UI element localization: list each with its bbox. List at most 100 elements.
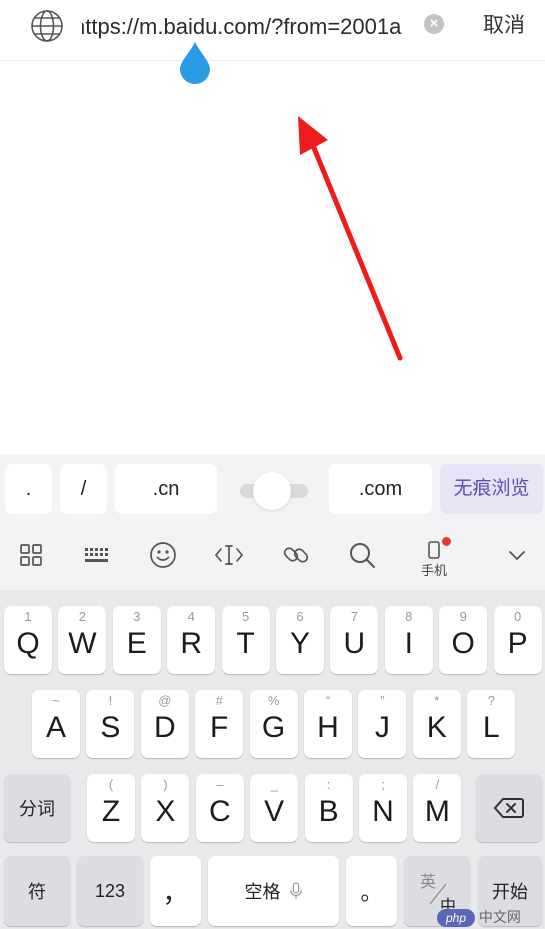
com-key[interactable]: .com <box>329 464 432 514</box>
key-h[interactable]: “H <box>304 690 352 758</box>
space-content: 空格 <box>208 856 339 926</box>
key-m[interactable]: / M <box>413 774 462 842</box>
key-n[interactable]: ; N <box>359 774 407 842</box>
key-l-label: L <box>482 711 500 744</box>
space-key[interactable]: 空格 <box>208 856 339 926</box>
key-n-label: N <box>372 795 394 828</box>
space-label: 空格 <box>244 882 281 902</box>
keyboard: . / .cn .com 无痕浏览 手机 1 Q 2 W 3 E 4 R 5 T… <box>0 454 545 929</box>
key-h-secondary: “ <box>325 693 331 708</box>
key-f[interactable]: # F <box>195 690 244 758</box>
symbol-key[interactable]: 符 <box>4 856 70 926</box>
numbers-key[interactable]: 123 <box>77 856 143 926</box>
fenci-label: 分词 <box>19 799 55 819</box>
key-e[interactable]: 3E <box>112 606 161 674</box>
grid-apps-icon[interactable] <box>14 538 48 572</box>
key-z[interactable]: (Z <box>87 774 135 842</box>
slash-key[interactable]: / <box>60 464 107 514</box>
key-e-label: E <box>126 627 147 660</box>
key-s-label: S <box>100 711 121 744</box>
fenci-key[interactable]: 分词 <box>4 774 70 842</box>
cursor-slider[interactable] <box>240 472 308 510</box>
key-u[interactable]: 7U <box>330 606 379 674</box>
key-i[interactable]: 8I <box>384 606 433 674</box>
numbers-label: 123 <box>94 880 126 901</box>
key-k[interactable]: * K <box>412 690 461 758</box>
key-w[interactable]: 2W <box>58 606 107 674</box>
key-t-secondary: 5 <box>241 609 250 624</box>
key-r-label: R <box>180 627 203 660</box>
incognito-button[interactable]: 无痕浏览 <box>440 464 543 514</box>
key-q[interactable]: 1Q <box>4 606 52 674</box>
key-g-secondary: % <box>267 693 280 708</box>
key-v-secondary: _ <box>270 777 278 792</box>
clear-x-icon[interactable]: × <box>424 14 444 34</box>
period-label: 。 <box>360 880 383 905</box>
symbol-label: 符 <box>28 882 46 902</box>
cursor-move-icon[interactable] <box>212 538 246 572</box>
watermark-text: 中文网 <box>478 909 521 925</box>
key-y[interactable]: 6Y <box>276 606 324 674</box>
red-arrow-icon <box>298 116 403 361</box>
key-m-label: M <box>424 795 450 828</box>
phone-icon[interactable]: 手机 <box>417 537 451 578</box>
key-s-secondary: ! <box>108 693 113 708</box>
cancel-button[interactable]: 取消 <box>483 12 525 40</box>
key-i-label: I <box>404 627 413 660</box>
link-icon[interactable] <box>279 538 313 572</box>
keyboard-toolbar: 手机 <box>0 524 545 590</box>
key-f-secondary: # <box>215 693 223 708</box>
phone-label: 手机 <box>420 563 447 578</box>
emoji-icon[interactable] <box>146 538 180 572</box>
key-d-secondary: @ <box>158 693 172 708</box>
key-q-secondary: 1 <box>24 609 32 624</box>
key-p[interactable]: 0P <box>493 606 542 674</box>
key-w-label: W <box>68 627 97 660</box>
slider-knob[interactable] <box>253 472 291 510</box>
cn-key[interactable]: .cn <box>115 464 217 514</box>
key-s[interactable]: ! S <box>86 690 135 758</box>
key-r[interactable]: 4R <box>167 606 216 674</box>
backspace-key[interactable] <box>476 774 542 842</box>
key-x[interactable]: ) X <box>141 774 190 842</box>
key-m-secondary: / <box>435 777 440 792</box>
cursor-handle-icon[interactable] <box>178 40 212 84</box>
key-u-secondary: 7 <box>350 609 358 624</box>
key-j-secondary: ” <box>380 693 385 708</box>
search-icon[interactable] <box>345 538 379 572</box>
key-k-secondary: * <box>434 693 440 708</box>
key-l-secondary: ? <box>487 693 495 708</box>
key-e-secondary: 3 <box>133 609 141 624</box>
key-j[interactable]: ” J <box>358 690 407 758</box>
key-b[interactable]: :B <box>304 774 353 842</box>
key-q-label: Q <box>16 627 40 660</box>
key-o[interactable]: 9O <box>439 606 488 674</box>
key-t-label: T <box>236 627 255 660</box>
chevron-down-icon[interactable] <box>500 538 534 572</box>
comma-key[interactable]: ， <box>150 856 201 926</box>
key-x-secondary: ) <box>163 777 168 792</box>
period-key[interactable]: 。 <box>346 856 397 926</box>
globe-icon <box>30 9 64 43</box>
url-input[interactable]: https://m.baidu.com/?from=2001a <box>82 12 410 42</box>
keyboard-icon[interactable] <box>80 538 114 572</box>
key-a[interactable]: ~ A <box>32 690 80 758</box>
comma-label: ， <box>162 877 189 908</box>
watermark: php 中文网 <box>437 907 543 928</box>
dot-key[interactable]: . <box>5 464 52 514</box>
key-p-label: P <box>507 627 528 660</box>
key-g[interactable]: % G <box>249 690 298 758</box>
key-a-label: A <box>45 711 66 744</box>
key-j-label: J <box>374 711 390 744</box>
key-c[interactable]: – C <box>195 774 244 842</box>
key-v[interactable]: _ V <box>250 774 299 842</box>
key-u-label: U <box>343 627 366 660</box>
key-w-secondary: 2 <box>78 609 86 624</box>
key-l[interactable]: ? L <box>467 690 516 758</box>
key-c-label: C <box>208 795 231 828</box>
url-bar: https://m.baidu.com/?from=2001a × 取消 <box>0 0 545 61</box>
key-b-secondary: : <box>326 777 331 792</box>
notification-dot <box>442 537 451 546</box>
key-t[interactable]: 5T <box>221 606 270 674</box>
key-d[interactable]: @ D <box>140 690 189 758</box>
